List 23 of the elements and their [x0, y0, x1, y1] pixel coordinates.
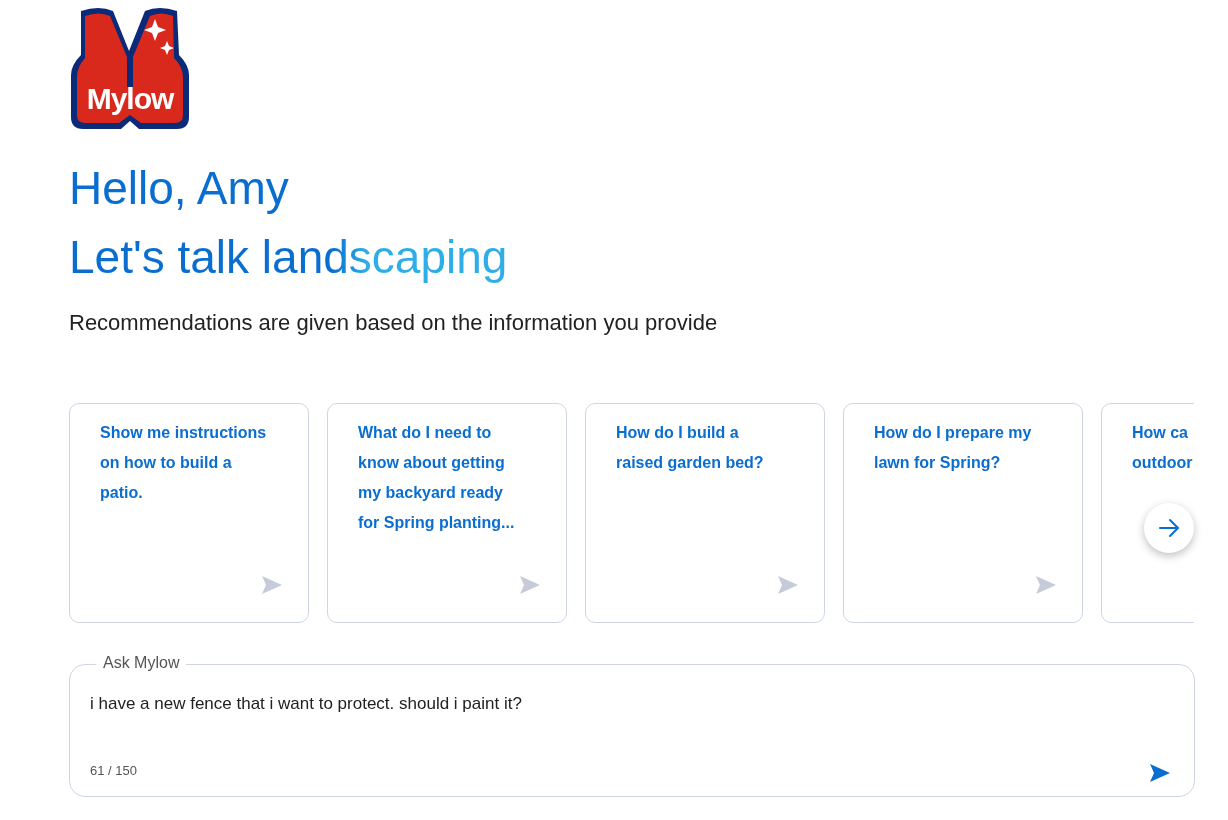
- suggestion-text: How do I build a raised garden bed?: [616, 423, 764, 473]
- send-icon: [262, 576, 282, 594]
- send-icon: [1036, 576, 1056, 594]
- logo: Mylow: [69, 5, 191, 131]
- suggestion-card[interactable]: What do I need to know about getting my backyard ready for Spring planting...: [327, 403, 567, 623]
- suggestion-card[interactable]: How ca outdoor: [1101, 403, 1194, 623]
- suggestion-text: What do I need to know about getting my backyard ready for Spring planting...: [358, 423, 515, 533]
- send-icon: [520, 576, 540, 594]
- suggestion-card[interactable]: How do I prepare my lawn for Spring?: [843, 403, 1083, 623]
- suggestion-text: How ca outdoor: [1132, 423, 1193, 473]
- subtitle: Recommendations are given based on the information you provide: [69, 309, 718, 337]
- ask-text: i have a new fence that i want to protect. should i paint it?: [90, 693, 522, 715]
- arrow-right-icon: [1157, 516, 1181, 540]
- send-icon: [1150, 764, 1170, 782]
- suggestion-card[interactable]: Show me instructions on how to build a patio.: [69, 403, 309, 623]
- character-counter: 61 / 150: [90, 761, 137, 780]
- suggestion-text: How do I prepare my lawn for Spring?: [874, 423, 1032, 473]
- send-icon: [778, 576, 798, 594]
- ask-label: Ask Mylow: [96, 653, 187, 673]
- greeting: Hello, Amy: [69, 161, 289, 216]
- send-button[interactable]: [1150, 764, 1170, 782]
- suggestion-card[interactable]: How do I build a raised garden bed?: [585, 403, 825, 623]
- suggestion-text: Show me instructions on how to build a patio.: [100, 423, 267, 503]
